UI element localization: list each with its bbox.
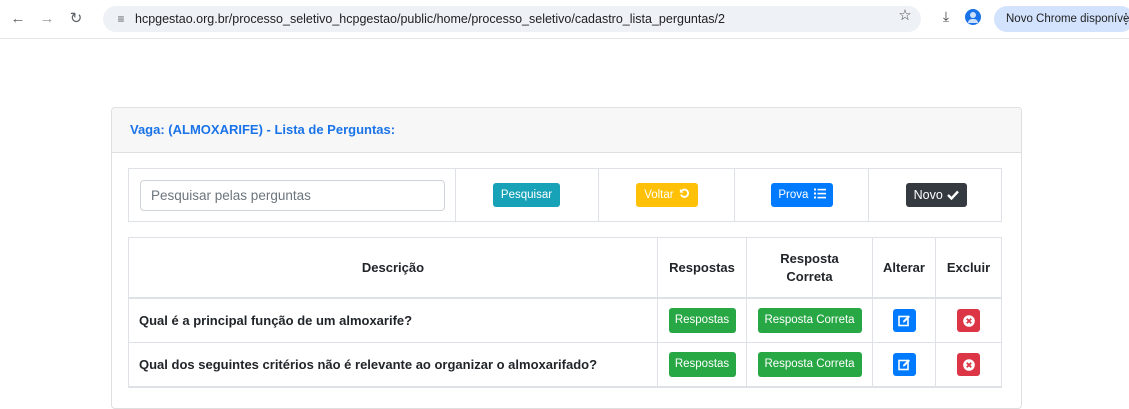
- delete-cell: [936, 299, 1001, 342]
- back-arrow-icon[interactable]: ←: [8, 9, 28, 29]
- chrome-update-button[interactable]: Novo Chrome disponível: [994, 6, 1129, 32]
- delete-button[interactable]: [957, 353, 980, 376]
- header-delete: Excluir: [946, 259, 991, 275]
- answers-cell: Respostas: [658, 299, 747, 342]
- profile-avatar-icon[interactable]: [965, 9, 981, 25]
- table-row: Qual é a principal função de um almoxari…: [129, 299, 1001, 343]
- menu-kebab-icon[interactable]: ⋮: [1119, 8, 1129, 28]
- close-circle-icon: [962, 358, 975, 371]
- correct-answer-cell: Resposta Correta: [747, 299, 873, 342]
- new-button-cell: Novo: [869, 169, 1003, 221]
- browser-toolbar: ← → ↻ ≡ hcpgestao.org.br/processo_seleti…: [0, 0, 1129, 39]
- search-cell: [129, 169, 456, 221]
- new-button[interactable]: Novo: [906, 183, 967, 207]
- edit-icon: [897, 315, 910, 327]
- reload-icon[interactable]: ↻: [66, 9, 86, 29]
- bookmark-star-icon[interactable]: ☆: [895, 6, 915, 26]
- back-button[interactable]: Voltar: [636, 183, 698, 207]
- test-button[interactable]: Prova: [771, 183, 833, 207]
- page-title: Vaga: (ALMOXARIFE) - Lista de Perguntas:: [130, 122, 396, 137]
- close-circle-icon: [962, 314, 975, 327]
- download-icon[interactable]: ⤓: [936, 6, 956, 26]
- table-header-row: Descrição Respostas Resposta Correta Alt…: [129, 238, 1001, 299]
- back-button-cell: Voltar: [599, 169, 735, 221]
- edit-icon: [897, 359, 910, 371]
- questions-table: Descrição Respostas Resposta Correta Alt…: [128, 237, 1002, 388]
- test-button-label: Prova: [778, 189, 809, 201]
- header-answers: Respostas: [658, 238, 747, 297]
- header-edit: Alterar: [873, 238, 936, 297]
- actions-toolbar: Pesquisar Voltar Prova Novo: [128, 168, 1002, 222]
- undo-icon: [679, 188, 689, 198]
- answers-cell: Respostas: [658, 343, 747, 386]
- search-button-cell: Pesquisar: [456, 169, 599, 221]
- site-info-icon[interactable]: ≡: [112, 10, 130, 28]
- answers-button[interactable]: Respostas: [668, 308, 736, 333]
- table-row: Qual dos seguintes critérios não é relev…: [129, 343, 1001, 387]
- correct-answer-button[interactable]: Resposta Correta: [757, 352, 862, 377]
- header-correct-answer: Resposta Correta: [747, 238, 873, 297]
- edit-cell: [873, 343, 936, 386]
- edit-button[interactable]: [892, 353, 916, 376]
- search-button[interactable]: Pesquisar: [493, 183, 560, 207]
- url-text[interactable]: hcpgestao.org.br/processo_seletivo_hcpge…: [135, 6, 725, 32]
- back-button-label: Voltar: [644, 189, 674, 201]
- correct-answer-button[interactable]: Resposta Correta: [757, 308, 862, 333]
- card-header: Vaga: (ALMOXARIFE) - Lista de Perguntas:: [112, 108, 1021, 153]
- search-input[interactable]: [140, 180, 445, 211]
- question-description: Qual dos seguintes critérios não é relev…: [129, 343, 658, 386]
- check-icon: [947, 190, 960, 201]
- test-button-cell: Prova: [735, 169, 869, 221]
- correct-answer-cell: Resposta Correta: [747, 343, 873, 386]
- edit-button[interactable]: [892, 309, 916, 332]
- edit-cell: [873, 299, 936, 342]
- header-description: Descrição: [129, 238, 658, 297]
- question-description: Qual é a principal função de um almoxari…: [129, 299, 658, 342]
- address-bar[interactable]: ≡ hcpgestao.org.br/processo_seletivo_hcp…: [103, 6, 921, 32]
- list-ordered-icon: [813, 188, 826, 199]
- forward-arrow-icon[interactable]: →: [37, 9, 57, 29]
- delete-cell: [936, 343, 1001, 386]
- new-button-label: Novo: [913, 188, 943, 202]
- delete-button[interactable]: [957, 309, 980, 332]
- answers-button[interactable]: Respostas: [668, 352, 736, 377]
